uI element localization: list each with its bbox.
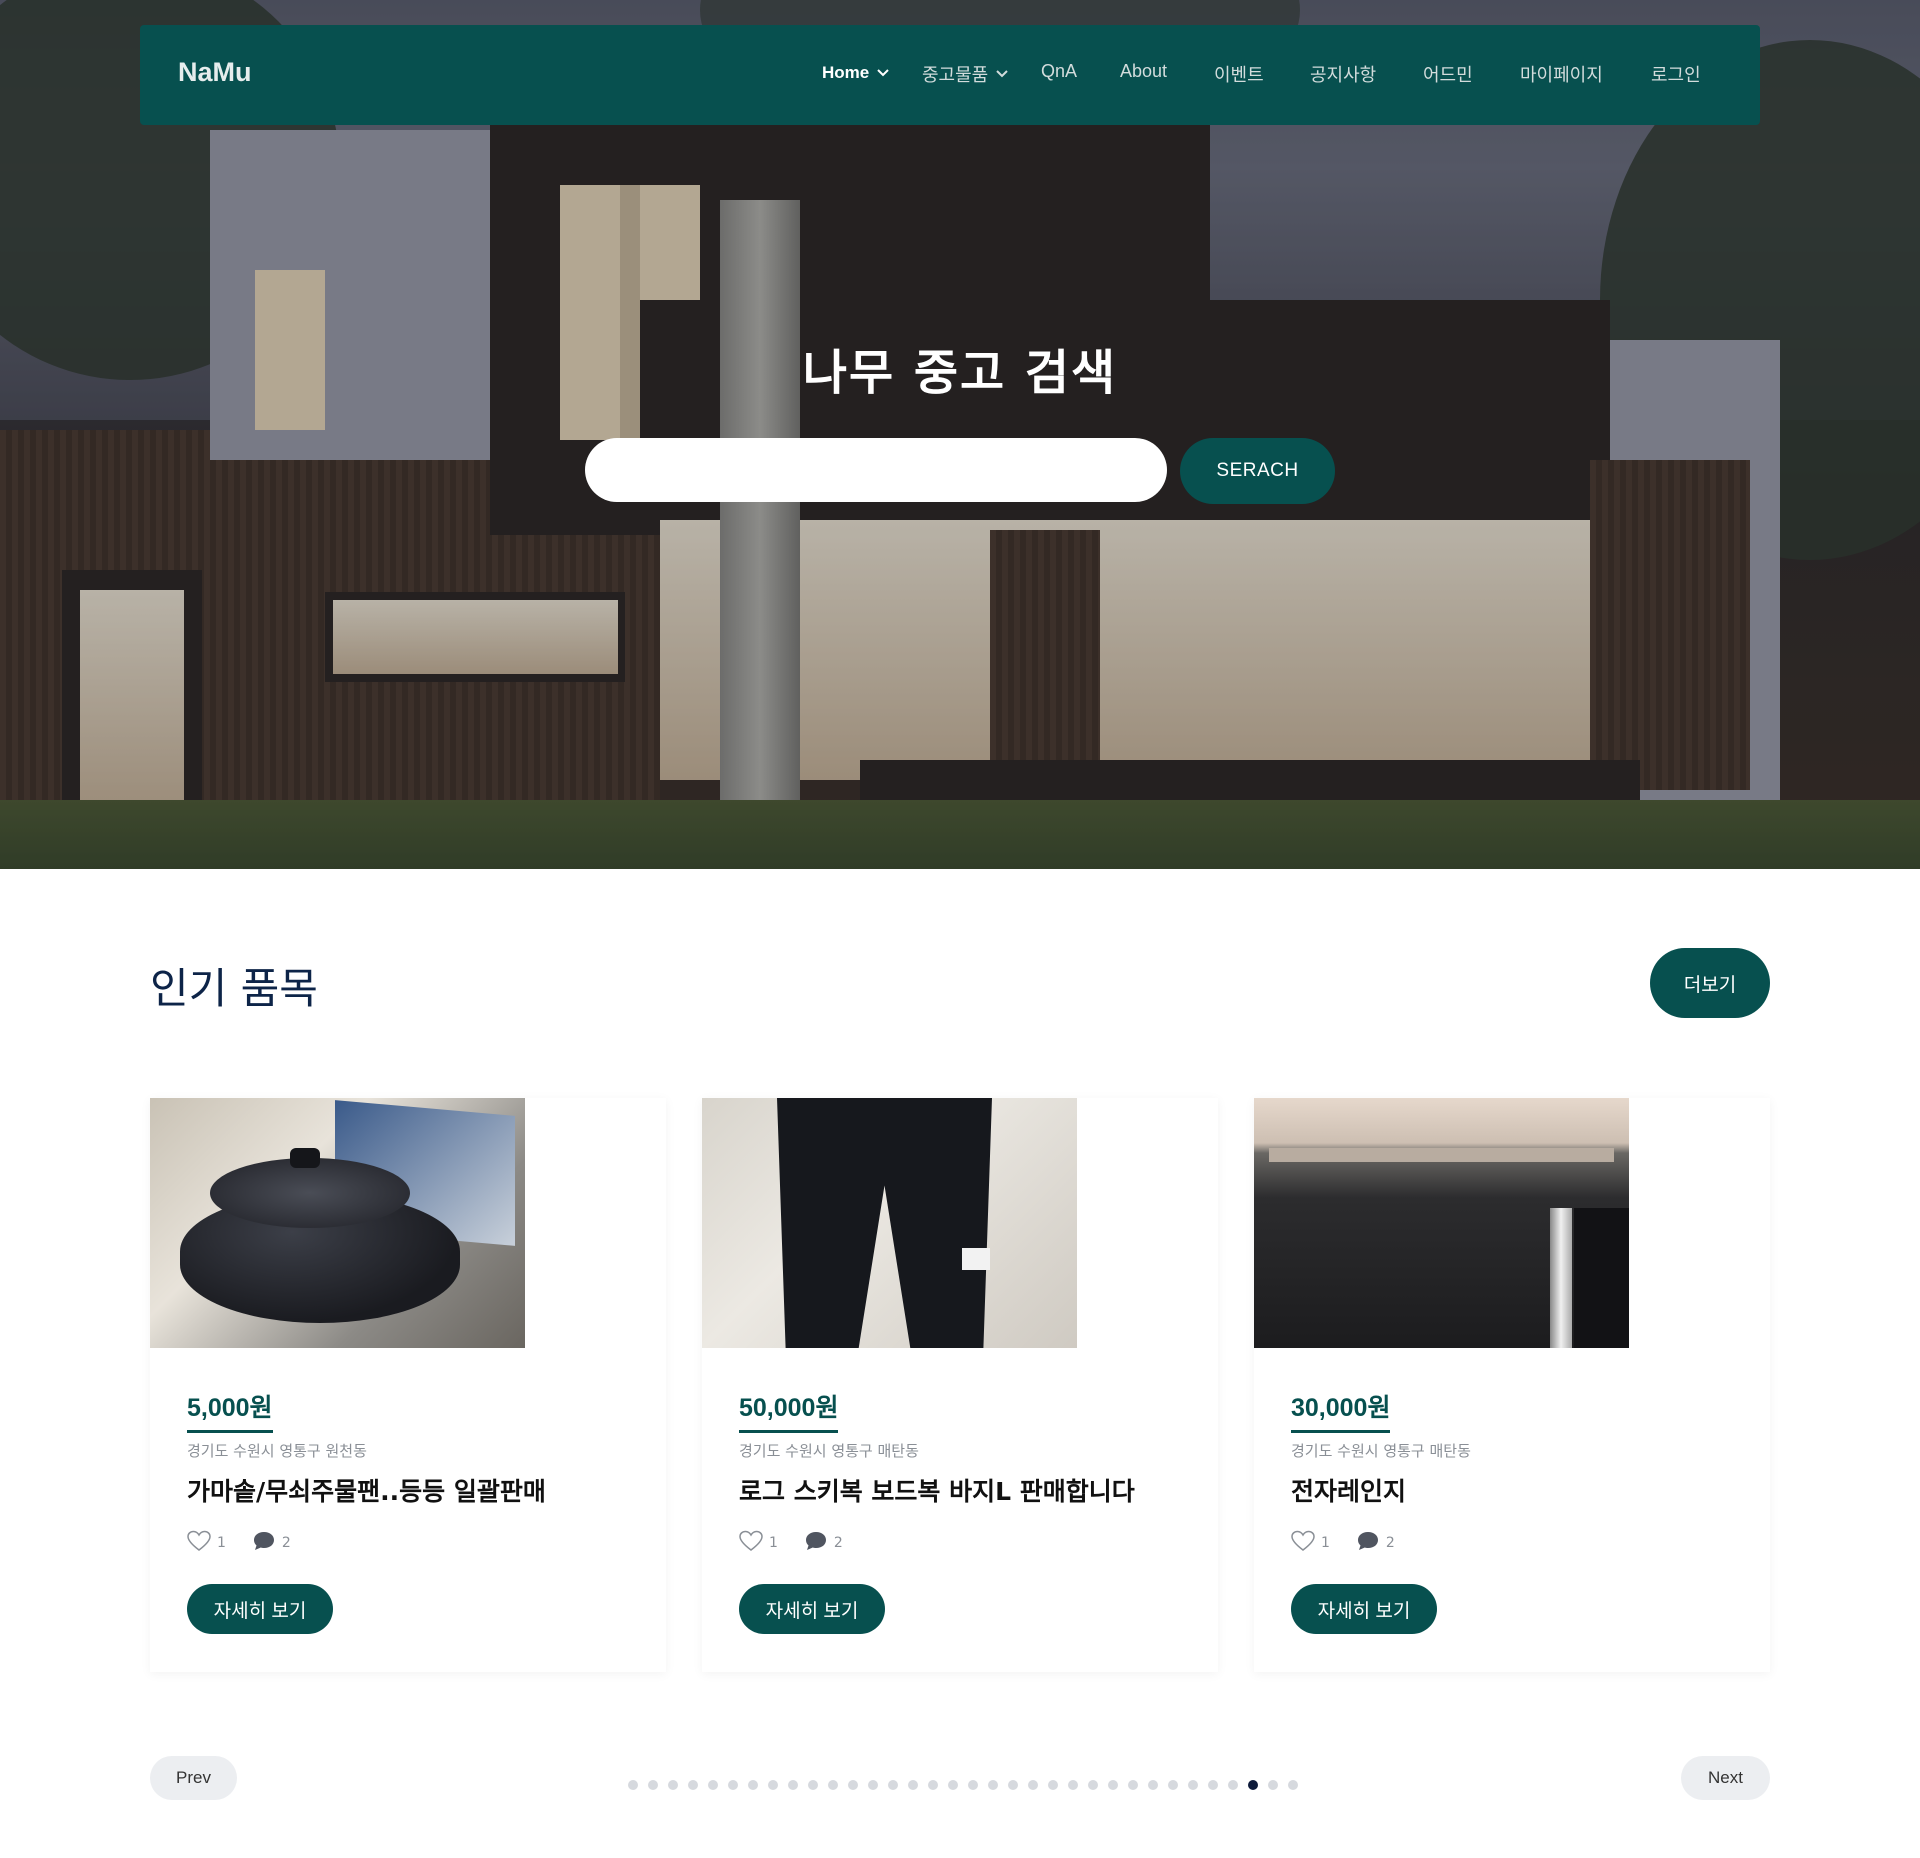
carousel-dot[interactable]: [1088, 1780, 1098, 1790]
next-button[interactable]: Next: [1681, 1756, 1770, 1800]
carousel-dot[interactable]: [1068, 1780, 1078, 1790]
product-image[interactable]: [702, 1098, 1077, 1348]
nav-home-label: Home: [822, 63, 870, 82]
comment-count: 2: [1385, 1535, 1395, 1551]
like-count: 1: [1321, 1535, 1330, 1551]
carousel-dot[interactable]: [888, 1780, 898, 1790]
product-card: 50,000원 경기도 수원시 영통구 매탄동 로그 스키복 보드복 바지L 판…: [702, 1098, 1218, 1672]
hero-banner: 나무 중고 검색 SERACH: [0, 0, 1920, 869]
carousel-dot[interactable]: [748, 1780, 758, 1790]
carousel-dot[interactable]: [988, 1780, 998, 1790]
product-stats: 1 2: [739, 1530, 843, 1556]
carousel-dot[interactable]: [1148, 1780, 1158, 1790]
carousel-dot[interactable]: [668, 1780, 678, 1790]
product-location: 경기도 수원시 영통구 매탄동: [739, 1442, 919, 1460]
prev-button[interactable]: Prev: [150, 1756, 237, 1800]
comment-icon: [252, 1530, 276, 1556]
carousel-dot[interactable]: [1028, 1780, 1038, 1790]
product-title[interactable]: 가마솥/무쇠주물팬..등등 일괄판매: [187, 1472, 546, 1508]
product-location: 경기도 수원시 영통구 매탄동: [1291, 1442, 1471, 1460]
brand-logo[interactable]: NaMu: [178, 57, 252, 88]
carousel-dot[interactable]: [1048, 1780, 1058, 1790]
heart-icon[interactable]: [187, 1530, 211, 1556]
nav-used-goods[interactable]: 중고물품: [922, 61, 1008, 87]
carousel-dot[interactable]: [1108, 1780, 1118, 1790]
carousel-dot[interactable]: [1168, 1780, 1178, 1790]
nav-mypage[interactable]: 마이페이지: [1520, 61, 1603, 87]
section-title: 인기 품목: [150, 964, 318, 1013]
carousel-dot[interactable]: [1188, 1780, 1198, 1790]
carousel-dot[interactable]: [928, 1780, 938, 1790]
product-card: 30,000원 경기도 수원시 영통구 매탄동 전자레인지 1 2 자세히 보기: [1254, 1098, 1770, 1672]
carousel-dot[interactable]: [948, 1780, 958, 1790]
detail-button[interactable]: 자세히 보기: [1291, 1584, 1437, 1634]
carousel-dot[interactable]: [1288, 1780, 1298, 1790]
hero-title: 나무 중고 검색: [802, 345, 1118, 401]
carousel-dot[interactable]: [868, 1780, 878, 1790]
carousel-dot[interactable]: [628, 1780, 638, 1790]
nav-home[interactable]: Home: [822, 63, 889, 83]
product-title[interactable]: 로그 스키복 보드복 바지L 판매합니다: [739, 1472, 1135, 1508]
navbar: NaMu Home 중고물품 QnA About 이벤트 공지사항 어드민 마이…: [140, 25, 1760, 125]
carousel-dot[interactable]: [1208, 1780, 1218, 1790]
product-stats: 1 2: [187, 1530, 291, 1556]
product-title[interactable]: 전자레인지: [1291, 1472, 1406, 1508]
heart-icon[interactable]: [1291, 1530, 1315, 1556]
product-image[interactable]: [150, 1098, 525, 1348]
carousel-dot[interactable]: [708, 1780, 718, 1790]
like-count: 1: [769, 1535, 778, 1551]
product-price: 30,000원: [1291, 1388, 1391, 1433]
comment-count: 2: [833, 1535, 843, 1551]
carousel-dot[interactable]: [1128, 1780, 1138, 1790]
detail-button[interactable]: 자세히 보기: [187, 1584, 333, 1634]
comment-icon: [804, 1530, 828, 1556]
carousel-dot[interactable]: [848, 1780, 858, 1790]
carousel-dot[interactable]: [728, 1780, 738, 1790]
carousel-dot[interactable]: [1268, 1780, 1278, 1790]
carousel-dot[interactable]: [828, 1780, 838, 1790]
carousel-dot[interactable]: [788, 1780, 798, 1790]
carousel-dot[interactable]: [968, 1780, 978, 1790]
nav-qna[interactable]: QnA: [1041, 61, 1077, 82]
carousel-dots: [628, 1780, 1298, 1790]
carousel-dot[interactable]: [1008, 1780, 1018, 1790]
carousel-dot[interactable]: [908, 1780, 918, 1790]
carousel-dot[interactable]: [768, 1780, 778, 1790]
product-price: 5,000원: [187, 1388, 273, 1433]
detail-button[interactable]: 자세히 보기: [739, 1584, 885, 1634]
search-button[interactable]: SERACH: [1180, 438, 1335, 504]
carousel-dot[interactable]: [808, 1780, 818, 1790]
product-location: 경기도 수원시 영통구 원천동: [187, 1442, 367, 1460]
nav-notice[interactable]: 공지사항: [1310, 61, 1376, 87]
chevron-down-icon: [877, 66, 889, 80]
carousel-dot[interactable]: [648, 1780, 658, 1790]
nav-used-goods-label: 중고물품: [922, 65, 989, 85]
comment-icon: [1356, 1530, 1380, 1556]
like-count: 1: [217, 1535, 226, 1551]
chevron-down-icon: [996, 67, 1008, 81]
nav-login[interactable]: 로그인: [1651, 61, 1701, 87]
carousel-dot[interactable]: [1248, 1780, 1258, 1790]
carousel-dot[interactable]: [688, 1780, 698, 1790]
nav-about[interactable]: About: [1120, 61, 1167, 82]
nav-admin[interactable]: 어드민: [1423, 61, 1473, 87]
heart-icon[interactable]: [739, 1530, 763, 1556]
search-input[interactable]: [585, 438, 1167, 502]
comment-count: 2: [281, 1535, 291, 1551]
product-stats: 1 2: [1291, 1530, 1395, 1556]
product-image[interactable]: [1254, 1098, 1629, 1348]
nav-event[interactable]: 이벤트: [1214, 61, 1264, 87]
carousel-dot[interactable]: [1228, 1780, 1238, 1790]
product-price: 50,000원: [739, 1388, 839, 1433]
product-card: 5,000원 경기도 수원시 영통구 원천동 가마솥/무쇠주물팬..등등 일괄판…: [150, 1098, 666, 1672]
more-button[interactable]: 더보기: [1650, 948, 1770, 1018]
